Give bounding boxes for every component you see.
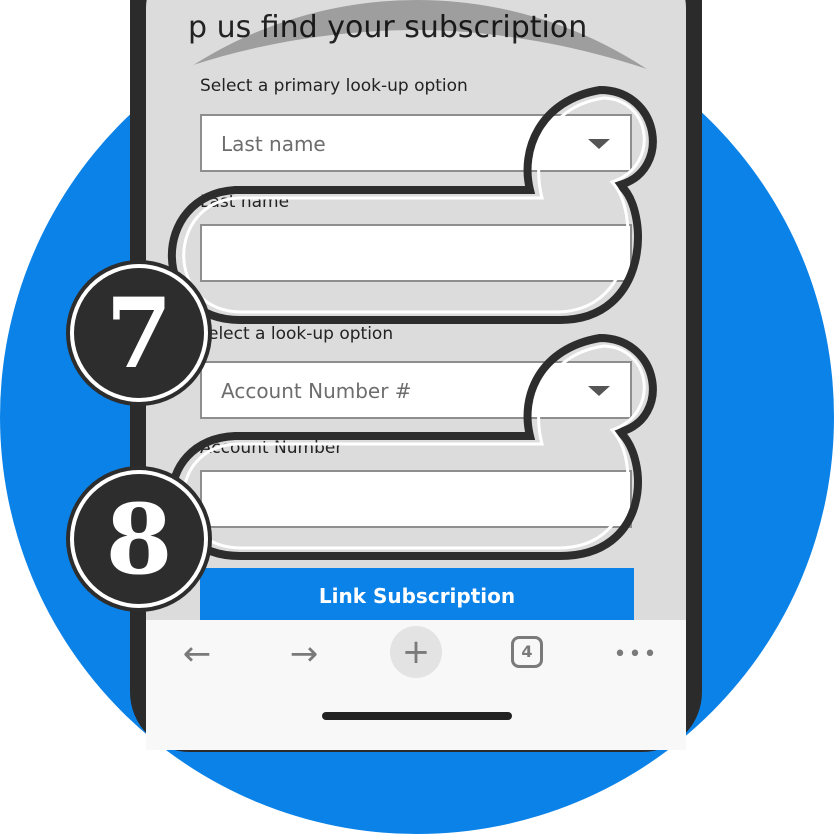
secondary-lookup-value: Account Number # [221, 379, 412, 403]
step-8-badge: 8 [70, 470, 208, 608]
primary-lookup-select[interactable]: Last name [200, 114, 632, 172]
link-subscription-button[interactable]: Link Subscription [200, 568, 634, 624]
last-name-field[interactable] [200, 224, 632, 282]
account-number-label: Account Number [200, 438, 343, 458]
back-arrow-icon[interactable]: ← [175, 632, 219, 676]
secondary-lookup-select[interactable]: Account Number # [200, 361, 632, 419]
primary-lookup-value: Last name [221, 132, 326, 156]
tabs-count-badge[interactable]: 4 [511, 636, 543, 668]
more-icon[interactable]: ••• [614, 632, 658, 676]
illustration: p us find your subscription Select a pri… [0, 0, 834, 834]
chevron-down-icon [588, 386, 610, 396]
account-number-field[interactable] [200, 470, 632, 528]
forward-arrow-icon[interactable]: → [282, 632, 326, 676]
page-title: p us find your subscription [188, 10, 588, 45]
step-7-badge: 7 [70, 264, 208, 402]
primary-lookup-label: Select a primary look-up option [200, 76, 468, 96]
plus-icon[interactable]: + [394, 630, 438, 674]
chevron-down-icon [588, 139, 610, 149]
last-name-label: Last name [200, 192, 290, 212]
secondary-lookup-label: elect a look-up option [208, 324, 394, 344]
home-indicator [322, 712, 512, 720]
